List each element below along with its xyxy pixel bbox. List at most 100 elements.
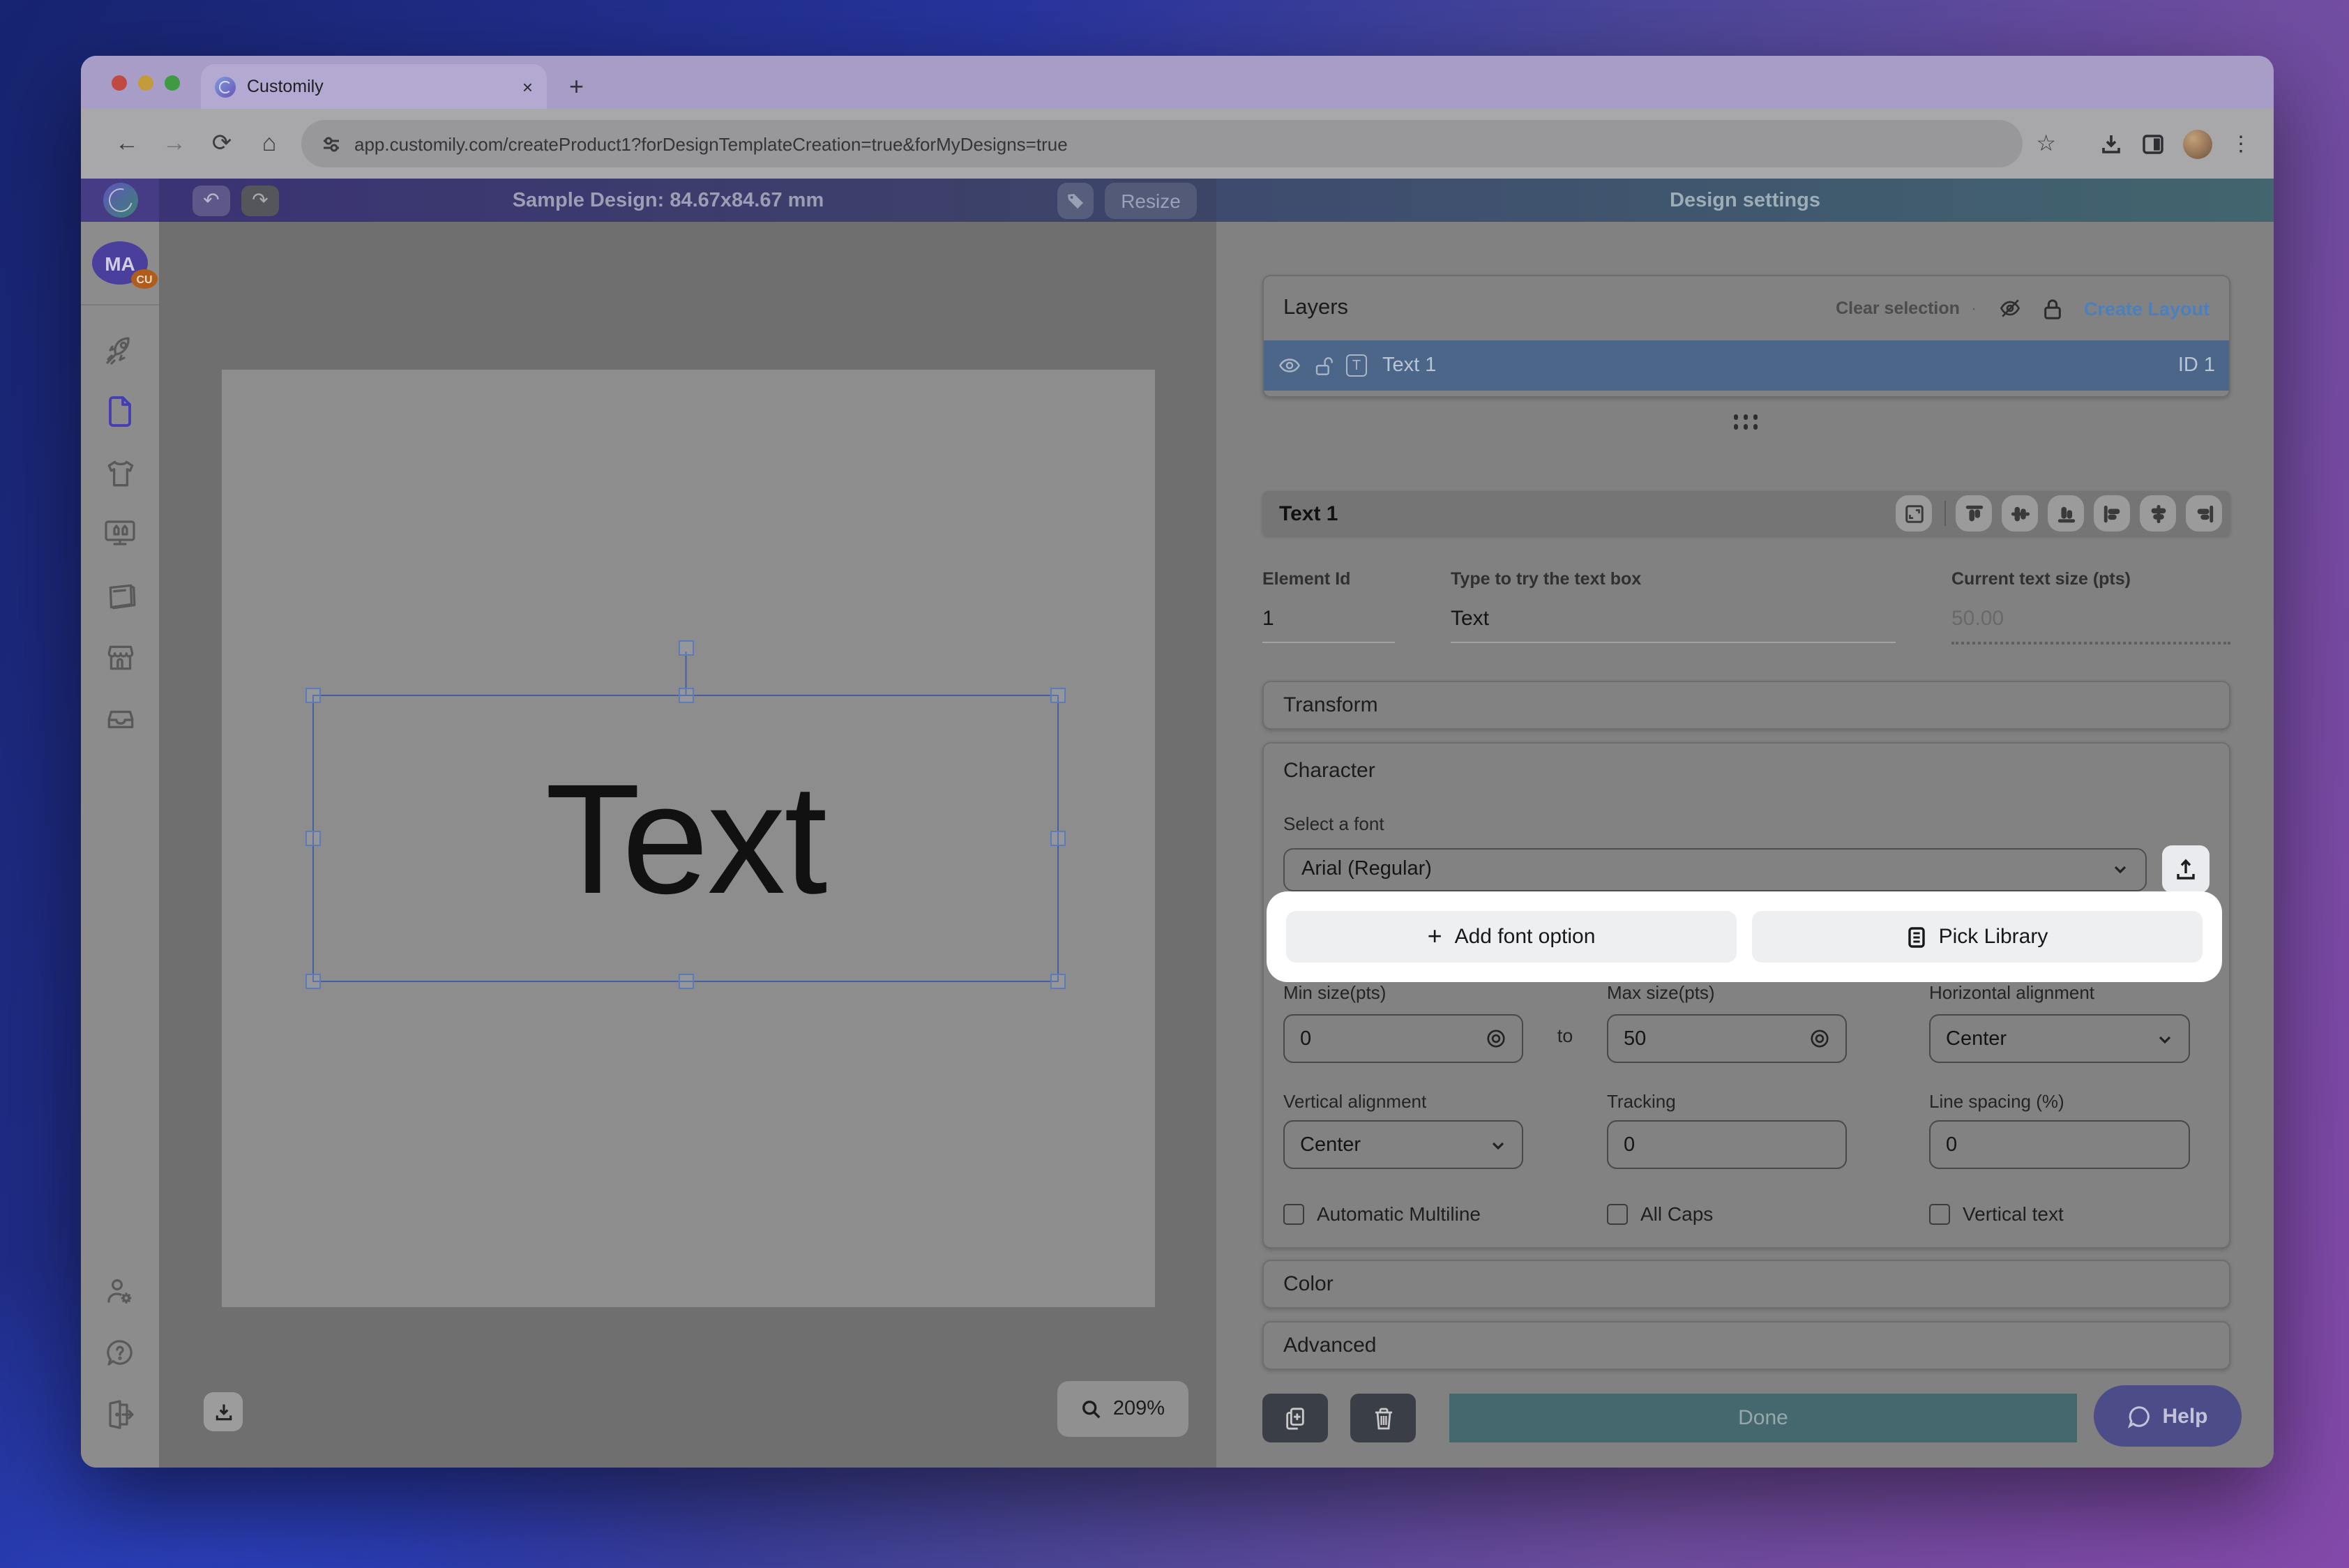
resize-handle-s[interactable] xyxy=(678,974,693,989)
resize-button[interactable]: Resize xyxy=(1105,182,1197,218)
automatic-multiline-checkbox[interactable]: Automatic Multiline xyxy=(1283,1203,1607,1225)
min-size-value: 0 xyxy=(1300,1027,1311,1050)
design-canvas[interactable]: Text xyxy=(159,222,1216,1468)
resize-handle-nw[interactable] xyxy=(305,688,321,703)
add-font-option-button[interactable]: + Add font option xyxy=(1286,911,1737,963)
site-settings-icon[interactable] xyxy=(321,133,342,154)
help-button[interactable]: Help xyxy=(2094,1385,2242,1447)
downloads-icon[interactable] xyxy=(2099,132,2123,156)
sidebar-item-templates[interactable] xyxy=(102,578,138,614)
sidebar-item-designs[interactable] xyxy=(102,393,138,430)
close-tab-icon[interactable]: × xyxy=(522,76,533,97)
sidebar-item-store[interactable] xyxy=(102,639,138,675)
rotation-handle[interactable] xyxy=(678,640,693,656)
sidebar-item-help[interactable] xyxy=(102,1335,138,1371)
add-font-option-label: Add font option xyxy=(1455,925,1596,949)
min-size-eye-icon[interactable] xyxy=(1486,1028,1506,1049)
text-try-field: Type to try the text box Text xyxy=(1451,569,1896,644)
browser-profile-avatar[interactable] xyxy=(2183,129,2212,158)
bookmark-star-icon[interactable]: ☆ xyxy=(2036,130,2056,158)
create-layout-link[interactable]: Create Layout xyxy=(2084,298,2210,319)
clear-selection-button[interactable]: Clear selection xyxy=(1836,299,1960,318)
align-vertical-center-button[interactable] xyxy=(2002,495,2038,532)
max-size-eye-icon[interactable] xyxy=(1809,1028,1830,1049)
browser-menu-icon[interactable]: ⋮ xyxy=(2230,131,2251,156)
align-bottom-button[interactable] xyxy=(2048,495,2084,532)
sidebar-item-design-studio[interactable] xyxy=(102,516,138,552)
resize-handle-w[interactable] xyxy=(305,831,321,846)
new-tab-button[interactable]: + xyxy=(569,73,584,102)
layers-drag-handle[interactable] xyxy=(1733,414,1760,431)
store-icon xyxy=(103,640,137,674)
min-size-input[interactable]: 0 xyxy=(1283,1014,1523,1063)
max-size-input[interactable]: 50 xyxy=(1607,1014,1847,1063)
pick-library-button[interactable]: Pick Library xyxy=(1752,911,2203,963)
layer-row-text1[interactable]: T Text 1 ID 1 xyxy=(1264,340,2229,391)
lock-all-button[interactable] xyxy=(2042,296,2063,320)
text-try-input[interactable]: Text xyxy=(1451,607,1896,643)
align-top-button[interactable] xyxy=(1956,495,1992,532)
undo-button[interactable]: ↶ xyxy=(192,185,230,216)
redo-button[interactable]: ↷ xyxy=(241,185,279,216)
duplicate-element-button[interactable] xyxy=(1262,1394,1328,1442)
delete-element-button[interactable] xyxy=(1350,1394,1416,1442)
home-icon[interactable]: ⌂ xyxy=(246,130,293,158)
forward-icon[interactable]: → xyxy=(151,130,198,158)
back-icon[interactable]: ← xyxy=(103,130,151,158)
browser-tab[interactable]: Customily × xyxy=(201,64,547,109)
layer-unlock-icon[interactable] xyxy=(1314,355,1334,376)
resize-handle-n[interactable] xyxy=(678,688,693,703)
sidebar-bottom xyxy=(102,1261,138,1445)
sidebar-item-launch[interactable] xyxy=(102,332,138,368)
vertical-text-checkbox[interactable]: Vertical text xyxy=(1929,1203,2190,1225)
align-left-icon xyxy=(2101,503,2122,524)
all-caps-checkbox[interactable]: All Caps xyxy=(1607,1203,1929,1225)
account-avatar[interactable]: MA CU xyxy=(92,241,148,285)
resize-handle-sw[interactable] xyxy=(305,974,321,989)
layer-visibility-icon[interactable] xyxy=(1278,356,1301,375)
vertical-alignment-select[interactable]: Center xyxy=(1283,1120,1523,1169)
align-left-button[interactable] xyxy=(2094,495,2130,532)
selected-text-element[interactable]: Text xyxy=(312,695,1059,982)
sidebar-item-account-settings[interactable] xyxy=(102,1274,138,1310)
tshirt-icon xyxy=(103,455,137,490)
reload-icon[interactable]: ⟳ xyxy=(198,130,246,158)
sidebar-item-logout[interactable] xyxy=(102,1396,138,1433)
zoom-indicator[interactable]: 209% xyxy=(1057,1381,1188,1437)
upload-font-button[interactable] xyxy=(2162,845,2210,893)
app-content: ↶ ↷ Sample Design: 84.67x84.67 mm Resize… xyxy=(81,179,2274,1468)
sidebar-item-inbox[interactable] xyxy=(102,700,138,737)
hide-all-button[interactable] xyxy=(1997,296,2023,321)
to-label: to xyxy=(1523,1014,1607,1046)
fit-to-canvas-button[interactable] xyxy=(1896,495,1932,532)
close-window-button[interactable] xyxy=(112,75,127,91)
font-select[interactable]: Arial (Regular) xyxy=(1283,847,2147,891)
checkbox-box[interactable] xyxy=(1283,1203,1304,1224)
line-spacing-input[interactable]: 0 xyxy=(1929,1120,2190,1169)
horizontal-alignment-select[interactable]: Center xyxy=(1929,1014,2190,1063)
align-right-button[interactable] xyxy=(2186,495,2222,532)
resize-handle-ne[interactable] xyxy=(1050,688,1066,703)
done-button[interactable]: Done xyxy=(1449,1394,2077,1442)
tag-button[interactable] xyxy=(1057,182,1094,218)
advanced-section[interactable]: Advanced xyxy=(1262,1321,2230,1370)
maximize-window-button[interactable] xyxy=(165,75,180,91)
tracking-input[interactable]: 0 xyxy=(1607,1120,1847,1169)
canvas-text[interactable]: Text xyxy=(314,696,1057,981)
minimize-window-button[interactable] xyxy=(138,75,153,91)
resize-handle-e[interactable] xyxy=(1050,831,1066,846)
sidebar-item-products[interactable] xyxy=(102,455,138,491)
resize-handle-se[interactable] xyxy=(1050,974,1066,989)
download-design-button[interactable] xyxy=(204,1392,243,1431)
checkbox-box[interactable] xyxy=(1607,1203,1628,1224)
tab-title: Customily xyxy=(247,77,511,96)
side-panel-icon[interactable] xyxy=(2141,132,2165,156)
checkbox-box[interactable] xyxy=(1929,1203,1950,1224)
align-horizontal-center-button[interactable] xyxy=(2140,495,2176,532)
customily-logo-tile[interactable] xyxy=(81,179,159,222)
color-section[interactable]: Color xyxy=(1262,1260,2230,1309)
address-bar[interactable]: app.customily.com/createProduct1?forDesi… xyxy=(301,120,2022,167)
element-id-input[interactable]: 1 xyxy=(1262,607,1395,643)
character-section-header[interactable]: Character xyxy=(1283,744,2210,797)
transform-section[interactable]: Transform xyxy=(1262,681,2230,730)
